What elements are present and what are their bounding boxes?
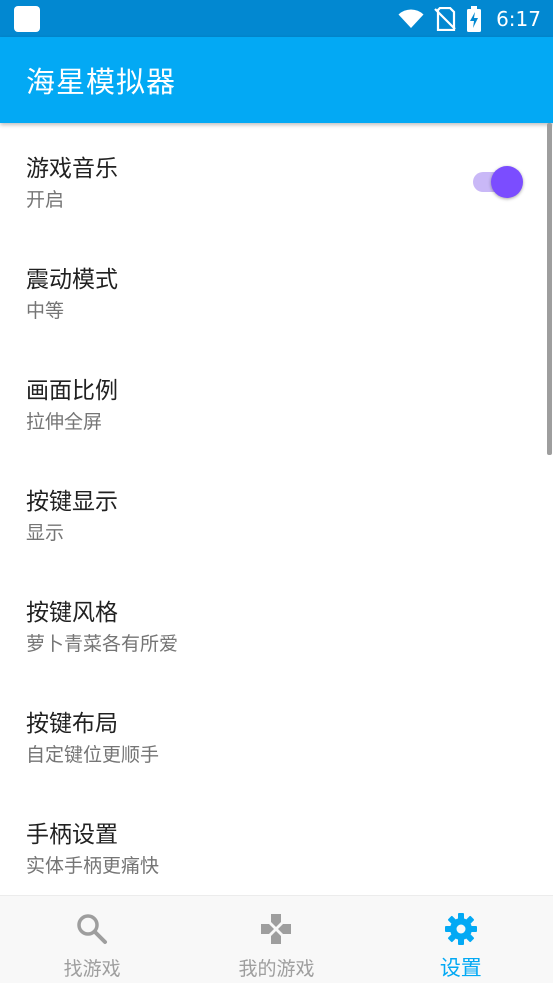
setting-button-style[interactable]: 按键风格 萝卜青菜各有所爱 xyxy=(0,567,553,678)
gear-icon xyxy=(444,913,477,945)
setting-title: 按键布局 xyxy=(26,711,118,737)
status-icons: 6:17 xyxy=(398,5,541,32)
app-title: 海星模拟器 xyxy=(26,65,177,99)
gamepad-icon xyxy=(261,914,292,944)
no-sim-icon xyxy=(434,6,456,31)
setting-summary: 开启 xyxy=(26,189,65,211)
status-time: 6:17 xyxy=(496,6,541,31)
nav-settings[interactable]: 设置 xyxy=(369,896,553,983)
bottom-nav: 找游戏 我的游戏 设置 xyxy=(0,895,553,983)
setting-button-layout[interactable]: 按键布局 自定键位更顺手 xyxy=(0,678,553,789)
status-bar: 6:17 xyxy=(0,0,553,37)
nav-label: 我的游戏 xyxy=(238,958,315,980)
setting-title: 手柄设置 xyxy=(26,822,118,848)
app-bar: 海星模拟器 xyxy=(0,37,553,123)
setting-title: 游戏音乐 xyxy=(26,156,118,182)
wifi-icon xyxy=(398,8,424,28)
nav-label: 设置 xyxy=(439,956,482,980)
setting-title: 画面比例 xyxy=(26,378,118,404)
setting-screen-ratio[interactable]: 画面比例 拉伸全屏 xyxy=(0,345,553,456)
nav-label: 找游戏 xyxy=(63,958,121,980)
setting-game-music[interactable]: 游戏音乐 开启 xyxy=(0,123,553,234)
setting-summary: 拉伸全屏 xyxy=(26,411,103,433)
setting-gamepad[interactable]: 手柄设置 实体手柄更痛快 xyxy=(0,789,553,895)
game-music-toggle[interactable] xyxy=(471,165,523,198)
settings-list: 游戏音乐 开启 震动模式 中等 画面比例 拉伸全屏 按键显示 显示 按键风格 萝… xyxy=(0,123,553,895)
setting-summary: 实体手柄更痛快 xyxy=(26,855,160,877)
setting-vibration-mode[interactable]: 震动模式 中等 xyxy=(0,234,553,345)
toggle-thumb xyxy=(491,166,523,198)
nav-my-games[interactable]: 我的游戏 xyxy=(184,896,368,983)
search-icon xyxy=(77,914,108,944)
setting-summary: 自定键位更顺手 xyxy=(26,744,160,766)
scrollbar[interactable] xyxy=(547,123,552,455)
setting-button-display[interactable]: 按键显示 显示 xyxy=(0,456,553,567)
notification-app-icon xyxy=(14,5,40,32)
battery-charging-icon xyxy=(467,5,482,32)
setting-summary: 显示 xyxy=(26,522,65,544)
nav-find-games[interactable]: 找游戏 xyxy=(0,896,184,983)
setting-title: 按键显示 xyxy=(26,489,118,515)
setting-summary: 萝卜青菜各有所爱 xyxy=(26,633,179,655)
setting-summary: 中等 xyxy=(26,300,65,322)
setting-title: 按键风格 xyxy=(26,600,118,626)
setting-title: 震动模式 xyxy=(26,267,118,293)
